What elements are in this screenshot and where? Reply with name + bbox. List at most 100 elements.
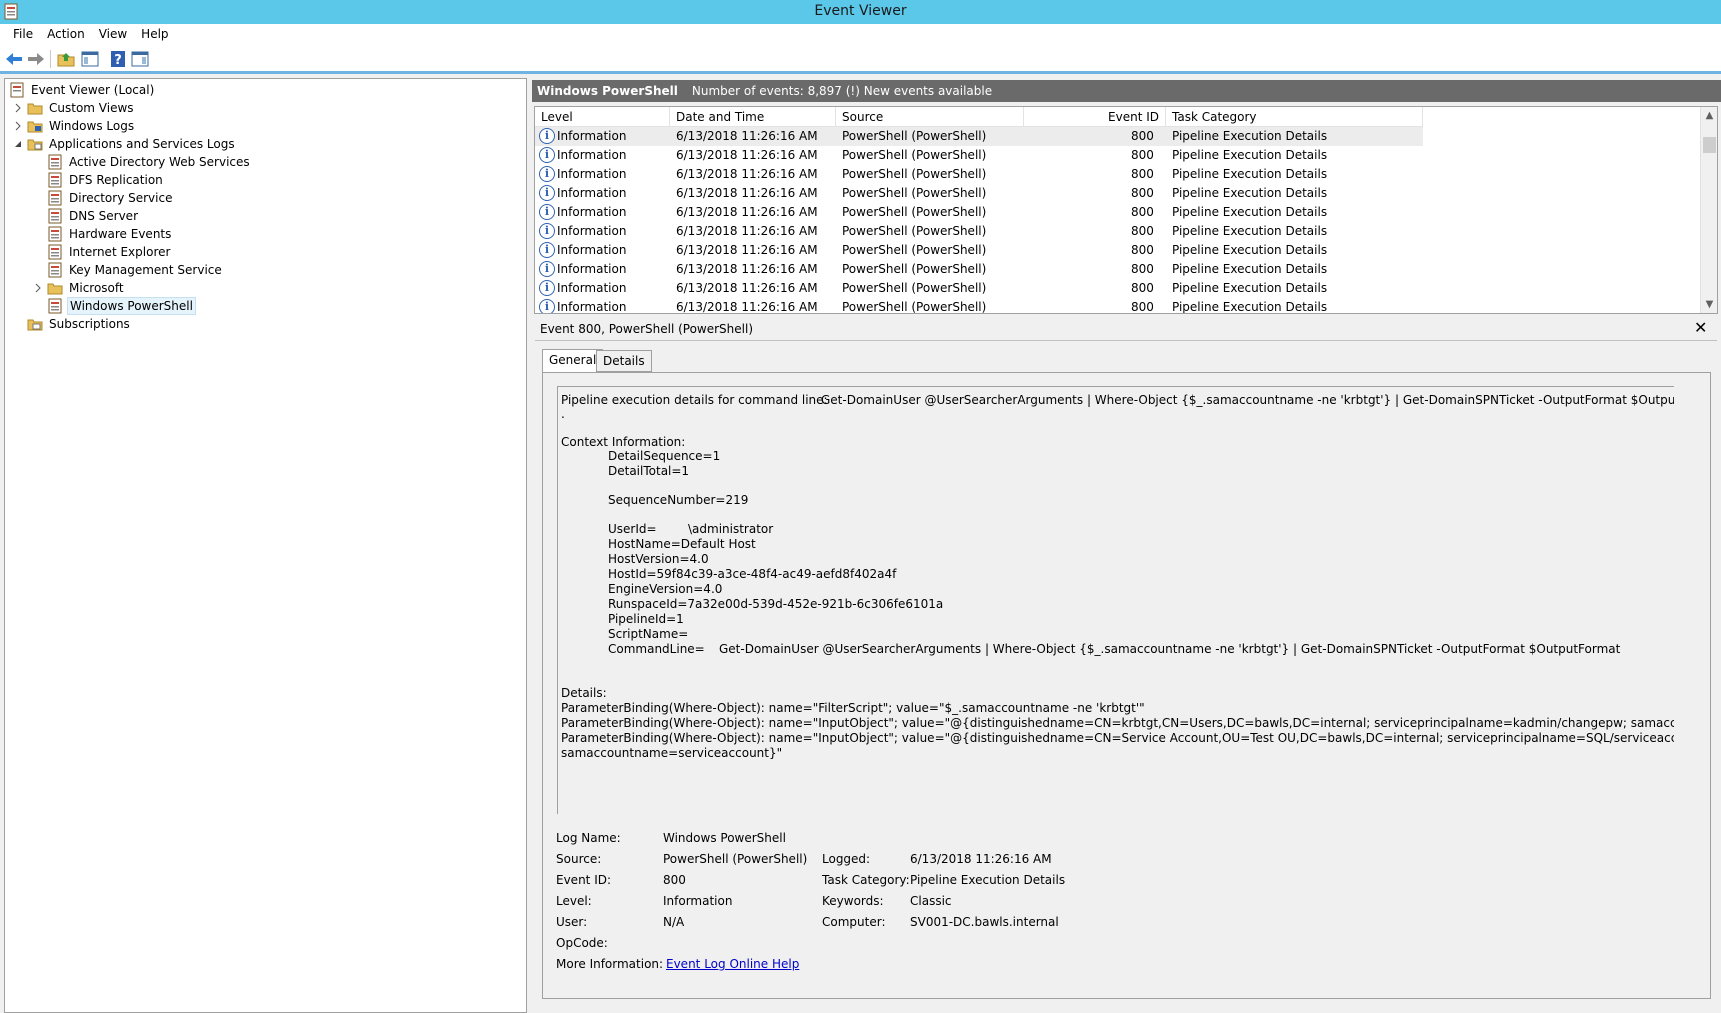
- event-task-category: Pipeline Execution Details: [1172, 243, 1328, 257]
- tree-item-windows-logs[interactable]: Windows Logs: [13, 117, 136, 135]
- information-icon: i: [539, 147, 555, 163]
- event-row[interactable]: i Information 6/13/2018 11:26:16 AM PowerSh…: [535, 146, 1705, 165]
- column-header-source[interactable]: Source: [836, 107, 1024, 127]
- log-file-icon: [48, 244, 62, 260]
- column-header-task-category[interactable]: Task Category: [1166, 107, 1423, 127]
- scroll-up-arrow-icon[interactable]: ▲: [1701, 107, 1717, 124]
- scroll-thumb[interactable]: [1703, 137, 1716, 153]
- desc-line: PipelineId=1: [608, 612, 684, 626]
- event-date-time: 6/13/2018 11:26:16 AM: [676, 281, 818, 295]
- event-source: PowerShell (PowerShell): [842, 167, 987, 181]
- show-hide-console-tree-icon[interactable]: [80, 49, 100, 69]
- tree-item-log[interactable]: DFS Replication: [47, 171, 165, 189]
- meta-level-label: Level:: [556, 894, 592, 908]
- column-header-date-time[interactable]: Date and Time: [670, 107, 836, 127]
- desc-line: Details:: [561, 686, 607, 700]
- event-level: Information: [557, 243, 627, 257]
- event-description-box[interactable]: Pipeline execution details for command l…: [557, 386, 1674, 814]
- forward-arrow-icon[interactable]: [26, 49, 46, 69]
- menu-help[interactable]: Help: [134, 27, 175, 41]
- event-id: 800: [1131, 205, 1154, 219]
- event-row[interactable]: i Information 6/13/2018 11:26:16 AM PowerSh…: [535, 127, 1423, 146]
- log-name-label: Windows PowerShell: [537, 84, 678, 98]
- tree-item-log[interactable]: Directory Service: [47, 189, 174, 207]
- back-arrow-icon[interactable]: [4, 49, 24, 69]
- desc-line: ParameterBinding(Where-Object): name="In…: [561, 731, 1674, 745]
- event-source: PowerShell (PowerShell): [842, 224, 987, 238]
- event-date-time: 6/13/2018 11:26:16 AM: [676, 129, 818, 143]
- svg-text:?: ?: [114, 53, 122, 68]
- desc-line: SequenceNumber=219: [608, 493, 749, 507]
- desc-line: ParameterBinding(Where-Object): name="Fi…: [561, 701, 1145, 715]
- log-file-icon: [48, 208, 62, 224]
- log-file-icon: [48, 190, 62, 206]
- show-hide-action-pane-icon[interactable]: [130, 49, 150, 69]
- event-id: 800: [1131, 129, 1154, 143]
- console-tree: Event Viewer (Local) Custom Views Window…: [4, 78, 527, 1013]
- desc-line: DetailSequence=1: [608, 449, 721, 463]
- column-header-level[interactable]: Level: [535, 107, 670, 127]
- meta-logged-label: Logged:: [822, 852, 871, 866]
- menu-action[interactable]: Action: [40, 27, 92, 41]
- events-scrollbar[interactable]: ▲ ▼: [1700, 107, 1717, 313]
- close-icon[interactable]: ✕: [1694, 318, 1707, 337]
- desc-line: .: [561, 407, 565, 421]
- tree-item-log[interactable]: Active Directory Web Services: [47, 153, 252, 171]
- event-row[interactable]: i Information 6/13/2018 11:26:16 AM PowerSh…: [535, 241, 1705, 260]
- event-viewer-icon: [10, 82, 24, 98]
- collapse-arrow-icon[interactable]: [13, 139, 23, 149]
- window-title: Event Viewer: [814, 3, 907, 19]
- expand-arrow-icon[interactable]: [13, 103, 23, 113]
- up-folder-icon[interactable]: [56, 49, 76, 69]
- event-task-category: Pipeline Execution Details: [1172, 281, 1328, 295]
- event-row[interactable]: i Information 6/13/2018 11:26:16 AM PowerSh…: [535, 222, 1705, 241]
- custom-views-folder-icon: [27, 103, 43, 115]
- event-row[interactable]: i Information 6/13/2018 11:26:16 AM PowerSh…: [535, 184, 1705, 203]
- desc-line: UserId=: [608, 522, 657, 536]
- help-icon[interactable]: ?: [108, 49, 128, 69]
- meta-user-label: User:: [556, 915, 588, 929]
- desc-line: HostId=59f84c39-a3ce-48f4-ac49-aefd8f402…: [608, 567, 897, 581]
- desc-line: DetailTotal=1: [608, 464, 690, 478]
- log-file-icon: [48, 172, 62, 188]
- tree-item-log[interactable]: Internet Explorer: [47, 243, 172, 261]
- event-level: Information: [557, 281, 627, 295]
- event-id: 800: [1131, 300, 1154, 314]
- tree-item-custom-views[interactable]: Custom Views: [13, 99, 136, 117]
- tree-item-applications-and-services-logs[interactable]: Applications and Services Logs: [13, 135, 237, 153]
- expand-arrow-icon[interactable]: [13, 121, 23, 131]
- tree-item-subscriptions[interactable]: Subscriptions: [27, 315, 132, 333]
- scroll-down-arrow-icon[interactable]: ▼: [1701, 296, 1717, 313]
- expand-arrow-icon[interactable]: [33, 283, 43, 293]
- tree-item-windows-powershell[interactable]: Windows PowerShell: [47, 297, 196, 315]
- pane-splitter[interactable]: [527, 78, 532, 1013]
- desc-line: samaccountname=serviceaccount}": [561, 746, 783, 760]
- event-row[interactable]: i Information 6/13/2018 11:26:16 AM PowerSh…: [535, 298, 1705, 314]
- event-date-time: 6/13/2018 11:26:16 AM: [676, 186, 818, 200]
- tree-item-microsoft[interactable]: Microsoft: [33, 279, 126, 297]
- event-id: 800: [1131, 281, 1154, 295]
- menu-view[interactable]: View: [92, 27, 134, 41]
- event-source: PowerShell (PowerShell): [842, 186, 987, 200]
- event-row[interactable]: i Information 6/13/2018 11:26:16 AM PowerSh…: [535, 279, 1705, 298]
- event-log-online-help-link[interactable]: Event Log Online Help: [666, 957, 799, 971]
- information-icon: i: [539, 242, 555, 258]
- tab-general[interactable]: General: [542, 349, 604, 373]
- event-date-time: 6/13/2018 11:26:16 AM: [676, 300, 818, 314]
- event-row[interactable]: i Information 6/13/2018 11:26:16 AM PowerSh…: [535, 165, 1705, 184]
- meta-task-category-value: Pipeline Execution Details: [910, 873, 1066, 887]
- menu-file[interactable]: File: [6, 27, 40, 41]
- tree-item-log[interactable]: Hardware Events: [47, 225, 173, 243]
- event-row[interactable]: i Information 6/13/2018 11:26:16 AM PowerSh…: [535, 203, 1705, 222]
- event-count-label: Number of events: 8,897 (!) New events a…: [691, 84, 993, 98]
- desc-line: Context Information:: [561, 435, 686, 449]
- meta-level-value: Information: [663, 894, 733, 908]
- event-row[interactable]: i Information 6/13/2018 11:26:16 AM PowerSh…: [535, 260, 1705, 279]
- event-id: 800: [1131, 167, 1154, 181]
- tree-item-log[interactable]: Key Management Service: [47, 261, 224, 279]
- column-header-event-id[interactable]: Event ID: [1024, 107, 1166, 127]
- meta-log-name-value: Windows PowerShell: [663, 831, 786, 845]
- tree-item-log[interactable]: DNS Server: [47, 207, 140, 225]
- tree-item-event-viewer-local[interactable]: Event Viewer (Local): [9, 81, 156, 99]
- tab-details[interactable]: Details: [596, 350, 652, 372]
